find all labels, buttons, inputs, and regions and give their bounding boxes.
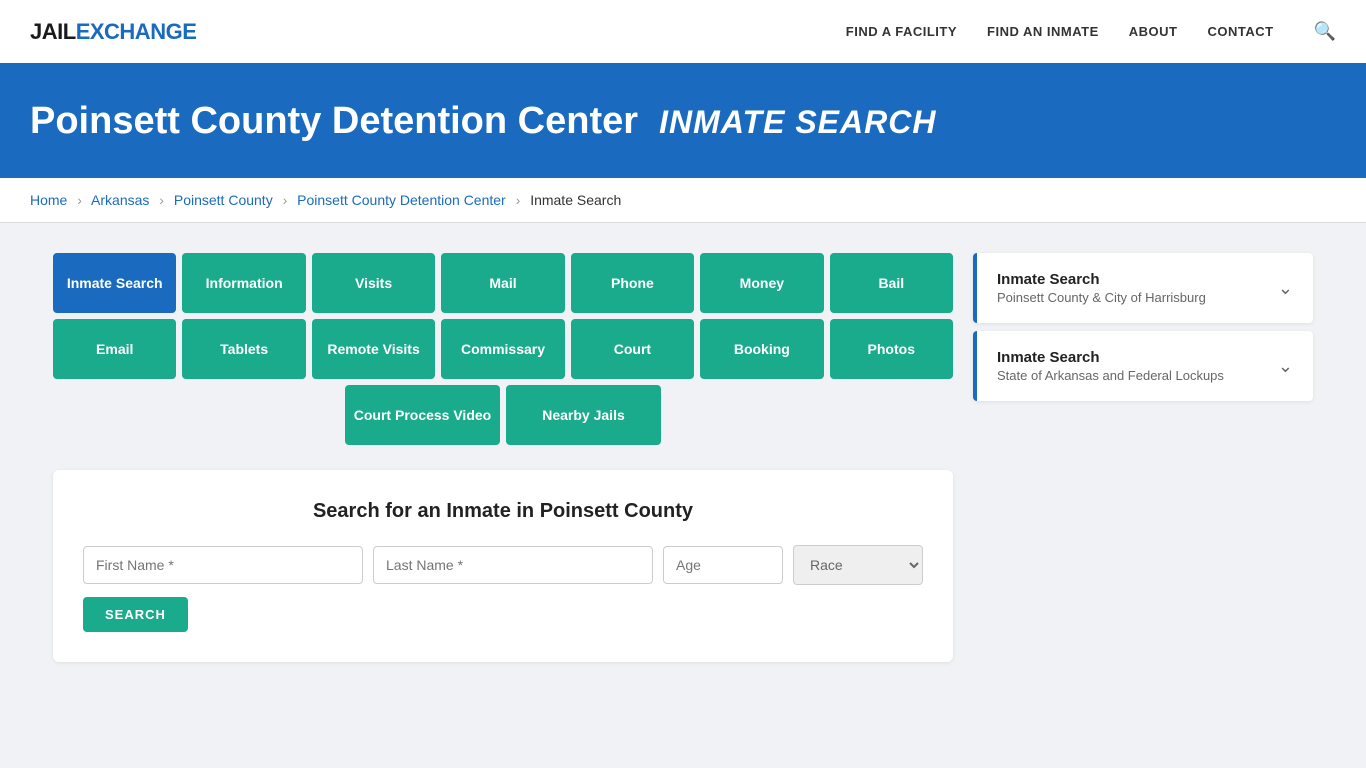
breadcrumb-county[interactable]: Poinsett County: [174, 192, 273, 208]
breadcrumb: Home › Arkansas › Poinsett County › Poin…: [0, 178, 1366, 223]
search-icon[interactable]: 🔍: [1314, 21, 1336, 42]
tabs-row-1: Inmate Search Information Visits Mail Ph…: [53, 253, 953, 313]
tab-photos[interactable]: Photos: [830, 319, 953, 379]
sidebar: Inmate Search Poinsett County & City of …: [973, 253, 1313, 662]
search-button[interactable]: SEARCH: [83, 597, 188, 632]
tabs-row-2: Email Tablets Remote Visits Commissary C…: [53, 319, 953, 379]
first-name-input[interactable]: [83, 546, 363, 584]
breadcrumb-current: Inmate Search: [530, 192, 621, 208]
hero-section: Poinsett County Detention Center INMATE …: [0, 65, 1366, 178]
tab-tablets[interactable]: Tablets: [182, 319, 305, 379]
tab-inmate-search[interactable]: Inmate Search: [53, 253, 176, 313]
sidebar-card-2: Inmate Search State of Arkansas and Fede…: [973, 331, 1313, 401]
sidebar-card-1-title: Inmate Search: [997, 271, 1206, 288]
chevron-down-icon: ⌄: [1278, 278, 1293, 299]
sidebar-card-2-header[interactable]: Inmate Search State of Arkansas and Fede…: [973, 331, 1313, 401]
tab-visits[interactable]: Visits: [312, 253, 435, 313]
sidebar-card-1-subtitle: Poinsett County & City of Harrisburg: [997, 290, 1206, 305]
search-form: Race White Black Hispanic Asian Other: [83, 545, 923, 585]
page-title: Poinsett County Detention Center INMATE …: [30, 100, 1336, 143]
tab-remote-visits[interactable]: Remote Visits: [312, 319, 435, 379]
breadcrumb-home[interactable]: Home: [30, 192, 67, 208]
breadcrumb-sep-1: ›: [77, 192, 82, 208]
tab-phone[interactable]: Phone: [571, 253, 694, 313]
tab-email[interactable]: Email: [53, 319, 176, 379]
tab-booking[interactable]: Booking: [700, 319, 823, 379]
tab-nearby-jails[interactable]: Nearby Jails: [506, 385, 661, 445]
nav-about[interactable]: ABOUT: [1129, 24, 1178, 39]
tab-court-process-video[interactable]: Court Process Video: [345, 385, 500, 445]
breadcrumb-sep-2: ›: [159, 192, 164, 208]
last-name-input[interactable]: [373, 546, 653, 584]
navigation: JAILEXCHANGE FIND A FACILITY FIND AN INM…: [0, 0, 1366, 65]
search-box-title: Search for an Inmate in Poinsett County: [83, 500, 923, 523]
age-input[interactable]: [663, 546, 783, 584]
tab-mail[interactable]: Mail: [441, 253, 564, 313]
site-logo[interactable]: JAILEXCHANGE: [30, 19, 846, 45]
tabs-row-3: Court Process Video Nearby Jails: [53, 385, 953, 445]
sidebar-card-2-title: Inmate Search: [997, 349, 1224, 366]
tab-commissary[interactable]: Commissary: [441, 319, 564, 379]
breadcrumb-sep-4: ›: [516, 192, 521, 208]
sidebar-card-2-text: Inmate Search State of Arkansas and Fede…: [997, 349, 1224, 383]
breadcrumb-sep-3: ›: [283, 192, 288, 208]
nav-contact[interactable]: CONTACT: [1207, 24, 1273, 39]
sidebar-card-2-subtitle: State of Arkansas and Federal Lockups: [997, 368, 1224, 383]
tab-bail[interactable]: Bail: [830, 253, 953, 313]
sidebar-card-1: Inmate Search Poinsett County & City of …: [973, 253, 1313, 323]
sidebar-card-1-text: Inmate Search Poinsett County & City of …: [997, 271, 1206, 305]
nav-find-inmate[interactable]: FIND AN INMATE: [987, 24, 1099, 39]
sidebar-card-1-header[interactable]: Inmate Search Poinsett County & City of …: [973, 253, 1313, 323]
nav-find-facility[interactable]: FIND A FACILITY: [846, 24, 957, 39]
main-container: Inmate Search Information Visits Mail Ph…: [33, 223, 1333, 692]
breadcrumb-facility[interactable]: Poinsett County Detention Center: [297, 192, 506, 208]
inmate-search-box: Search for an Inmate in Poinsett County …: [53, 470, 953, 662]
tab-court[interactable]: Court: [571, 319, 694, 379]
race-select[interactable]: Race White Black Hispanic Asian Other: [793, 545, 923, 585]
logo-exchange: EXCHANGE: [76, 19, 197, 44]
tab-information[interactable]: Information: [182, 253, 305, 313]
logo-jail: JAIL: [30, 19, 76, 44]
nav-links: FIND A FACILITY FIND AN INMATE ABOUT CON…: [846, 21, 1336, 42]
tab-money[interactable]: Money: [700, 253, 823, 313]
content-area: Inmate Search Information Visits Mail Ph…: [53, 253, 953, 662]
breadcrumb-arkansas[interactable]: Arkansas: [91, 192, 149, 208]
chevron-down-icon-2: ⌄: [1278, 356, 1293, 377]
